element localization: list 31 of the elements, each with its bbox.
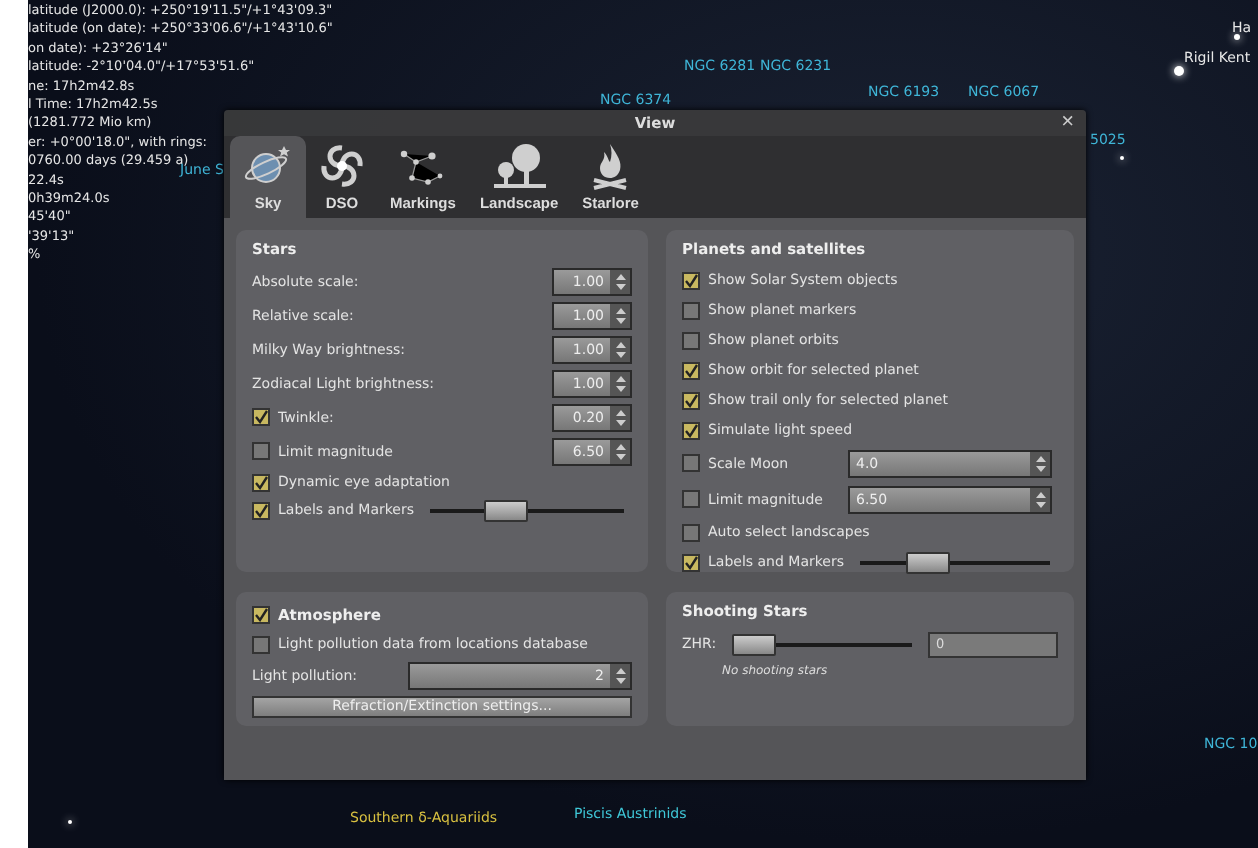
checkbox[interactable] [682,271,700,289]
trees-icon [489,142,550,190]
checkbox[interactable] [252,473,270,491]
slider-thumb[interactable] [905,551,949,573]
checkbox[interactable] [252,605,270,623]
spin-arrows-icon [615,443,625,459]
close-button[interactable]: × [1061,110,1074,134]
slider-thumb[interactable] [483,499,528,521]
spin-arrows-icon [615,375,625,391]
checkbox[interactable] [682,490,700,508]
spin-arrows-icon [1035,455,1045,471]
spin-arrows-icon [615,668,625,684]
spin-arrows-icon [615,273,625,289]
checkbox[interactable] [682,523,700,541]
slider-thumb[interactable] [732,633,777,655]
spin-arrows-icon [615,307,625,323]
checkbox[interactable] [682,361,700,379]
checkbox[interactable] [252,635,270,653]
spin-arrows-icon [615,341,625,357]
spiral-galaxy-icon [318,142,366,190]
checkbox[interactable] [252,501,270,519]
checkbox[interactable] [682,391,700,409]
checkbox[interactable] [682,421,700,439]
checkbox[interactable] [682,301,700,319]
spin-arrows-icon [615,409,625,425]
checkbox[interactable] [682,454,700,472]
checkbox[interactable] [682,331,700,349]
checkbox[interactable] [252,408,270,426]
checkbox[interactable] [682,553,700,571]
spin-arrows-icon [1035,491,1045,507]
checkbox[interactable] [252,442,270,460]
